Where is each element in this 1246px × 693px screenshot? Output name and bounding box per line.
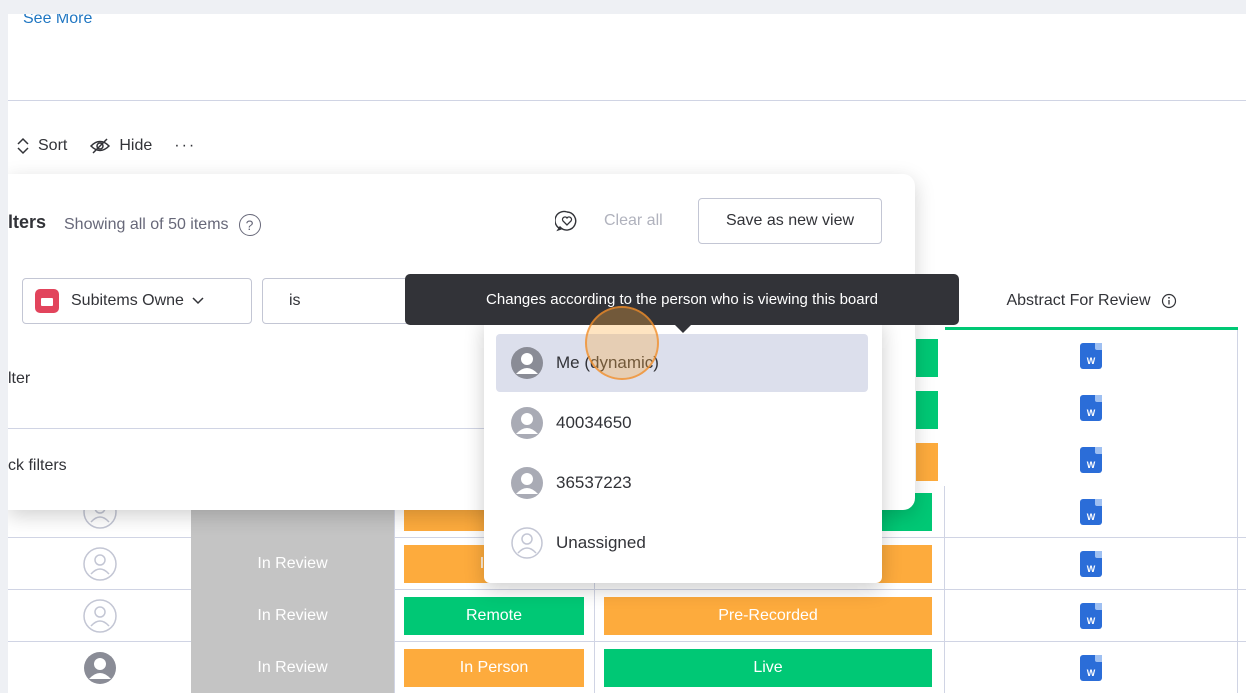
abstract-column-header[interactable]: Abstract For Review (945, 274, 1238, 330)
owner-cell[interactable] (8, 642, 191, 693)
option-label: Me (dynamic) (556, 353, 659, 372)
abstract-cell[interactable]: W (945, 538, 1238, 590)
mode-cell[interactable]: In Person (394, 642, 595, 693)
owner-cell[interactable] (8, 538, 191, 590)
status-cell[interactable]: In Review (191, 642, 394, 693)
abstract-header-label: Abstract For Review (1006, 291, 1151, 309)
board-toolbar: Sort Hide ··· (16, 136, 196, 156)
abstract-cell[interactable]: W (945, 642, 1238, 693)
person-icon (511, 407, 543, 439)
abstract-cell[interactable]: W (945, 382, 1238, 434)
abstract-cell[interactable]: W (945, 330, 1238, 382)
status-cell[interactable]: In Review (191, 590, 394, 642)
divider (8, 100, 1246, 101)
status-strip (916, 391, 938, 429)
heart-chat-icon[interactable] (555, 209, 579, 233)
board-page: See More Sort Hide ··· Abstract For Revi… (8, 14, 1246, 693)
chevron-down-icon (192, 297, 204, 305)
option-label: 40034650 (556, 413, 632, 432)
word-doc-icon[interactable]: W (1080, 603, 1102, 629)
recording-pill: Live (604, 649, 932, 687)
filters-separator (8, 428, 488, 429)
eye-off-icon (90, 138, 111, 154)
column-select[interactable]: Subitems Owne (22, 278, 252, 324)
word-doc-icon[interactable]: W (1080, 655, 1102, 681)
option-label: Unassigned (556, 533, 646, 552)
person-outline-icon (82, 547, 117, 581)
condition-select[interactable]: is (262, 278, 412, 324)
status-strip (916, 443, 938, 481)
recording-cell[interactable]: Live (595, 642, 945, 693)
status-strip (916, 339, 938, 377)
abstract-cell[interactable]: W (945, 590, 1238, 642)
filters-subtitle: Showing all of 50 items ? (64, 214, 261, 236)
word-doc-icon[interactable]: W (1080, 395, 1102, 421)
save-as-new-view-button[interactable]: Save as new view (698, 198, 882, 244)
quick-filters-label: ck filters (8, 457, 67, 474)
more-options-button[interactable]: ··· (174, 137, 196, 155)
person-icon (511, 467, 543, 499)
mode-cell[interactable]: Remote (394, 590, 595, 642)
table-row[interactable]: In Review Remote Pre-Recorded W (8, 590, 1246, 642)
dropdown-option-40034650[interactable]: 40034650 (496, 394, 868, 452)
dropdown-option-me-dynamic[interactable]: Me (dynamic) (496, 334, 868, 392)
column-select-value: Subitems Owne (71, 292, 184, 309)
recording-pill: Pre-Recorded (604, 597, 932, 635)
word-doc-icon[interactable]: W (1080, 343, 1102, 369)
dropdown-option-36537223[interactable]: 36537223 (496, 454, 868, 512)
sort-icon (17, 137, 29, 155)
person-outline-icon (82, 599, 117, 633)
person-outline-icon (511, 527, 543, 559)
help-icon[interactable]: ? (238, 214, 261, 236)
recording-cell[interactable]: Pre-Recorded (595, 590, 945, 642)
sort-label: Sort (38, 137, 68, 154)
word-doc-icon[interactable]: W (1080, 551, 1102, 577)
clear-all-button[interactable]: Clear all (604, 212, 663, 230)
subitems-column-icon (35, 289, 59, 313)
value-dropdown: Me (dynamic) 40034650 36537223 Unassigne… (484, 318, 882, 583)
mode-pill: In Person (404, 649, 584, 687)
person-icon (511, 347, 543, 379)
filters-title: lters (8, 212, 47, 232)
info-icon[interactable] (1161, 293, 1177, 309)
dropdown-option-unassigned[interactable]: Unassigned (496, 514, 868, 572)
person-filled-icon (83, 652, 116, 684)
word-doc-icon[interactable]: W (1080, 447, 1102, 473)
status-cell[interactable]: In Review (191, 538, 394, 590)
table-row[interactable]: In Review In Person Live W (8, 642, 1246, 693)
tooltip: Changes according to the person who is v… (405, 274, 959, 333)
abstract-cell[interactable]: W (945, 434, 1238, 486)
option-label: 36537223 (556, 473, 632, 492)
hide-label: Hide (119, 137, 153, 154)
mode-pill: Remote (404, 597, 584, 635)
see-more-link[interactable]: See More (23, 14, 92, 28)
sort-button[interactable]: Sort (16, 136, 67, 156)
owner-cell[interactable] (8, 590, 191, 642)
hide-button[interactable]: Hide (89, 137, 152, 155)
items-count-text: Showing all of 50 items (64, 216, 229, 233)
add-filter-link[interactable]: lter (8, 370, 30, 388)
